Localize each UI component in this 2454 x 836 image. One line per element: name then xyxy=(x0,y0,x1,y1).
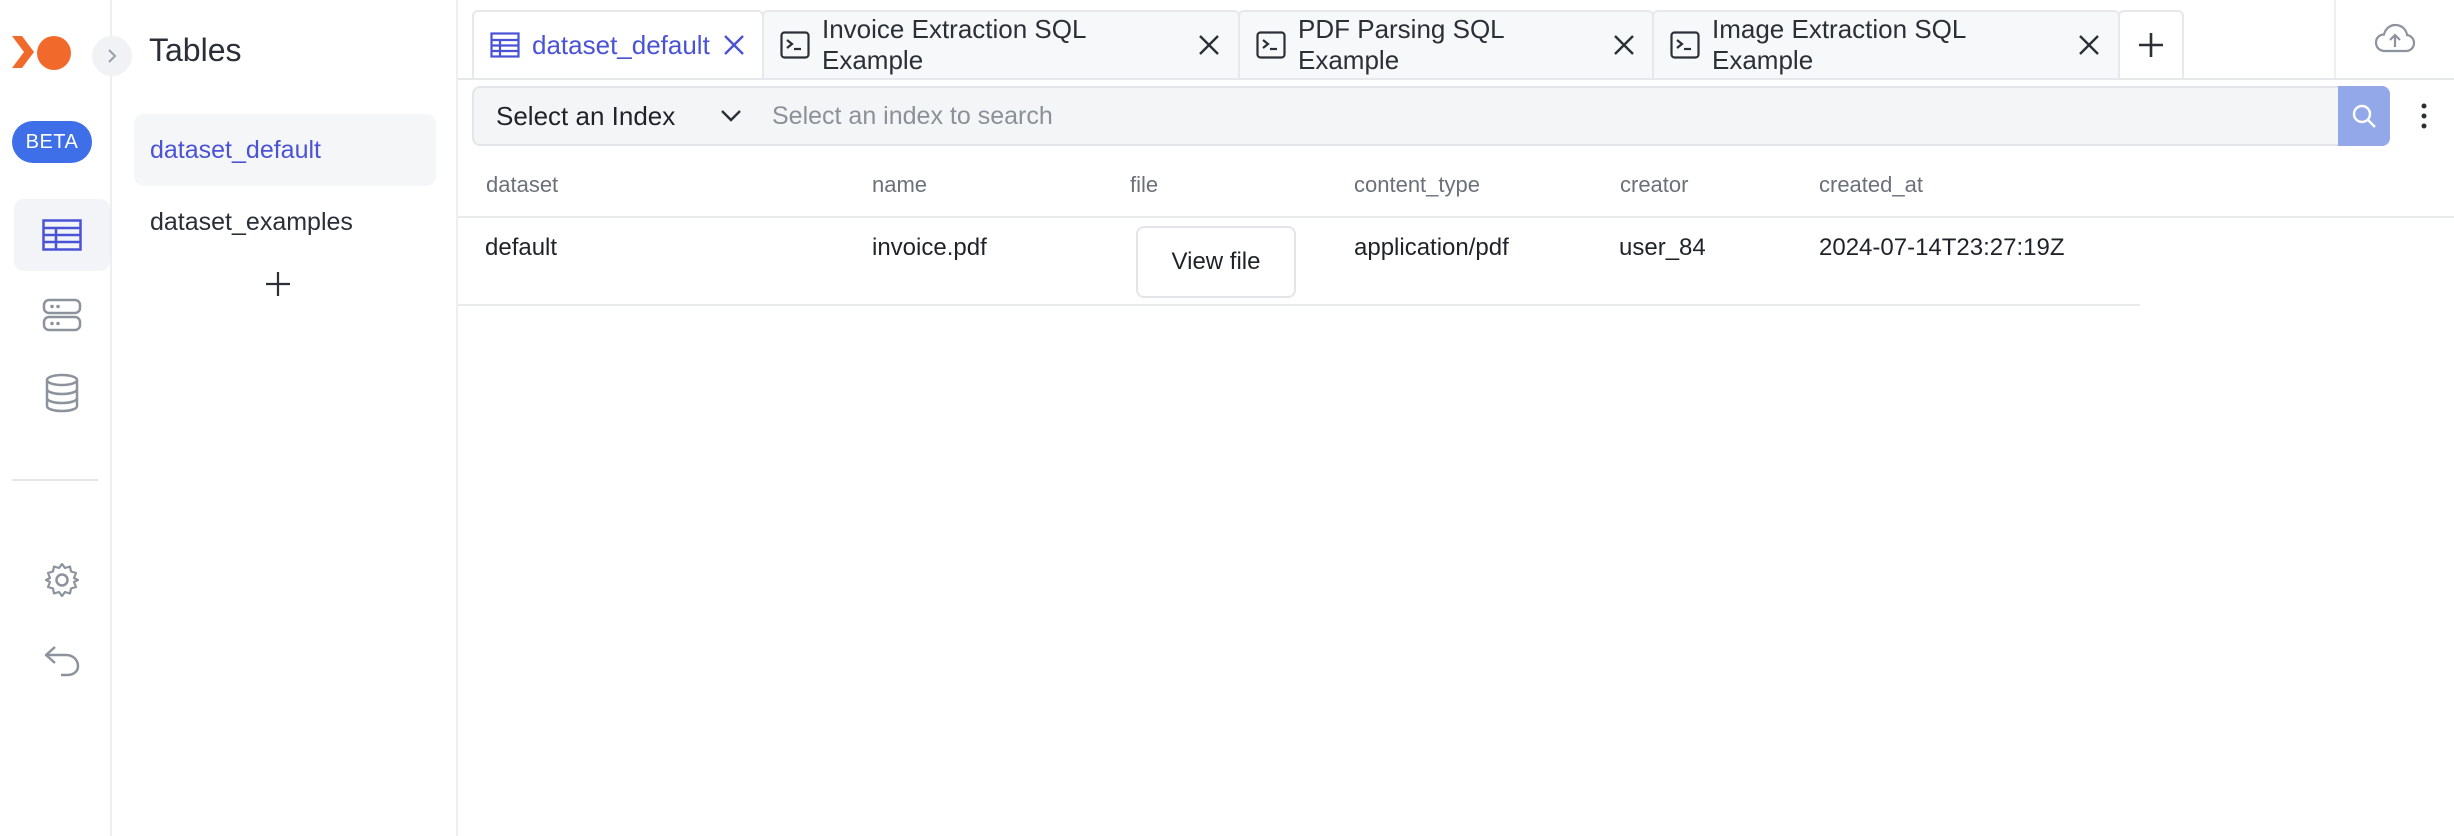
tab-invoice-extraction[interactable]: Invoice Extraction SQL Example xyxy=(762,10,1240,78)
view-file-button[interactable]: View file xyxy=(1136,226,1296,298)
table-icon xyxy=(490,32,520,58)
more-vertical-icon xyxy=(2420,103,2428,129)
upload-button[interactable] xyxy=(2334,0,2454,78)
tab-label: Image Extraction SQL Example xyxy=(1712,14,1966,75)
more-options-button[interactable] xyxy=(2410,96,2438,136)
close-icon[interactable] xyxy=(1611,32,1636,58)
server-icon xyxy=(42,298,82,332)
column-header-dataset[interactable]: dataset xyxy=(486,172,558,198)
table-item-dataset-examples[interactable]: dataset_examples xyxy=(134,186,436,258)
close-icon[interactable] xyxy=(1197,32,1222,58)
data-table: dataset name file content_type creator c… xyxy=(458,150,2454,306)
tab-bar: dataset_default Invoice Extraction SQL E… xyxy=(472,10,2184,78)
terminal-icon xyxy=(780,31,810,59)
close-icon[interactable] xyxy=(2077,32,2102,58)
rail-divider xyxy=(12,479,98,481)
tab-label: Invoice Extraction SQL Example xyxy=(822,14,1086,75)
rail-item-settings[interactable] xyxy=(14,544,110,616)
app-window: BETA Tables dataset_default dataset_exam… xyxy=(0,0,2454,836)
cell-content-type: application/pdf xyxy=(1354,234,1509,261)
plus-icon xyxy=(2137,31,2165,59)
expand-sidebar-button[interactable] xyxy=(92,36,132,76)
undo-icon xyxy=(43,643,81,677)
chevron-right-icon xyxy=(103,47,121,65)
tab-dataset-default[interactable]: dataset_default xyxy=(472,10,764,78)
add-table-button[interactable] xyxy=(262,268,294,300)
database-icon xyxy=(44,373,80,413)
search-input[interactable] xyxy=(760,86,2340,146)
column-header-name[interactable]: name xyxy=(872,172,927,198)
cell-created-at: 2024-07-14T23:27:19Z xyxy=(1819,234,2065,261)
table-header: dataset name file content_type creator c… xyxy=(458,150,2454,218)
table-item-label: dataset_examples xyxy=(150,207,353,236)
terminal-icon xyxy=(1670,31,1700,59)
table-item-label: dataset_default xyxy=(150,135,321,164)
rail-item-tables[interactable] xyxy=(14,199,110,271)
cell-dataset: default xyxy=(485,234,558,261)
chevron-down-icon xyxy=(720,109,742,123)
cell-name: invoice.pdf xyxy=(872,234,987,261)
tab-label: PDF Parsing SQL Example xyxy=(1298,14,1504,75)
tabs-divider xyxy=(458,78,2454,80)
search-icon xyxy=(2351,103,2377,129)
tab-pdf-parsing[interactable]: PDF Parsing SQL Example xyxy=(1238,10,1654,78)
terminal-icon xyxy=(1256,31,1286,59)
beta-badge: BETA xyxy=(12,121,92,163)
tab-label: dataset_default xyxy=(532,29,710,60)
column-header-file[interactable]: file xyxy=(1130,172,1158,198)
table-row: default invoice.pdf View file applicatio… xyxy=(458,218,2140,306)
tables-panel: Tables dataset_default dataset_examples xyxy=(112,0,458,836)
column-header-creator[interactable]: creator xyxy=(1620,172,1688,198)
rail-item-servers[interactable] xyxy=(14,279,110,351)
rail-item-back[interactable] xyxy=(14,624,110,696)
gear-icon xyxy=(43,561,81,599)
cell-creator: user_84 xyxy=(1619,234,1706,261)
brand-logo[interactable] xyxy=(12,34,78,76)
index-select[interactable]: Select an Index xyxy=(472,86,762,146)
table-item-dataset-default[interactable]: dataset_default xyxy=(134,114,436,186)
close-icon[interactable] xyxy=(722,32,746,58)
rail-item-database[interactable] xyxy=(14,357,110,429)
left-rail: BETA xyxy=(0,0,132,836)
search-button[interactable] xyxy=(2338,86,2390,146)
panel-title: Tables xyxy=(149,32,242,68)
cloud-upload-icon xyxy=(2374,23,2416,55)
index-select-value: Select an Index xyxy=(496,100,676,131)
table-icon xyxy=(42,219,82,251)
column-header-content-type[interactable]: content_type xyxy=(1354,172,1480,198)
plus-icon xyxy=(264,270,292,298)
column-header-created-at[interactable]: created_at xyxy=(1819,172,1923,198)
new-tab-button[interactable] xyxy=(2118,10,2184,78)
tab-image-extraction[interactable]: Image Extraction SQL Example xyxy=(1652,10,2120,78)
